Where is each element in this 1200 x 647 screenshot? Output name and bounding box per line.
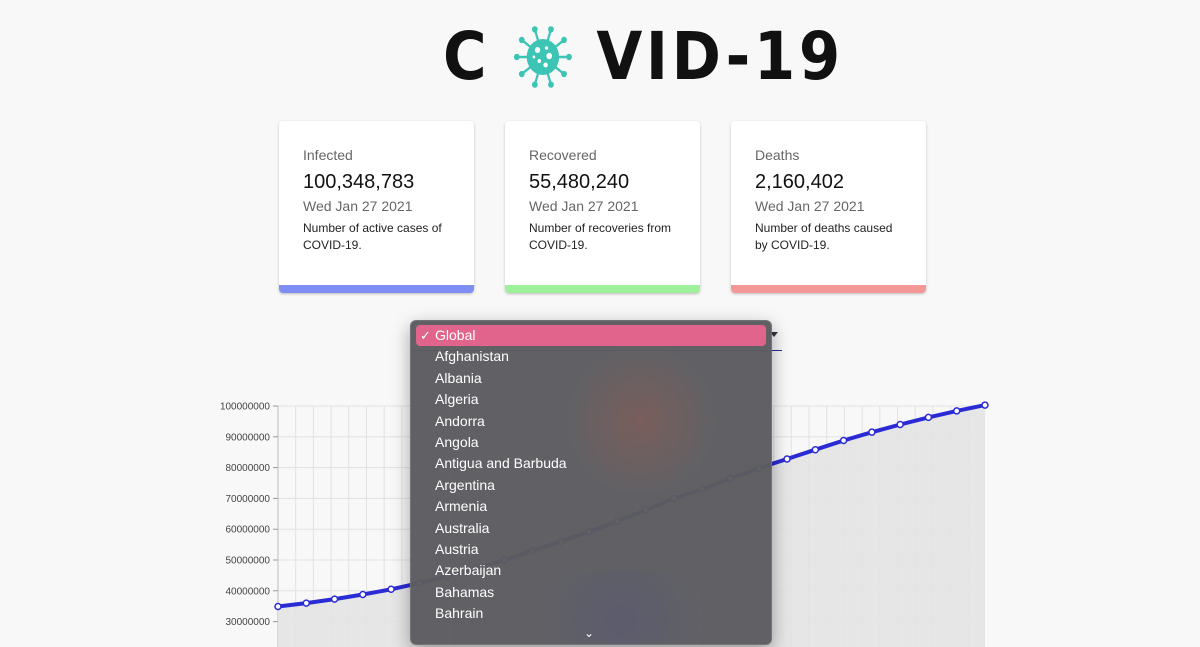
card-accent-bar: [731, 285, 926, 293]
logo-text-left: C: [443, 17, 491, 95]
country-option-label: Azerbaijan: [435, 562, 502, 579]
deaths-card: Deaths 2,160,402 Wed Jan 27 2021 Number …: [731, 121, 926, 293]
country-option[interactable]: Armenia: [411, 496, 771, 517]
chart-data-point: [302, 599, 311, 607]
virus-spike-tip: [548, 81, 555, 88]
infected-card: Infected 100,348,783 Wed Jan 27 2021 Num…: [279, 121, 474, 293]
chevron-down-icon[interactable]: ⌄: [584, 627, 594, 639]
chart-data-point: [981, 401, 989, 409]
y-tick-label: 90000000: [226, 432, 271, 443]
checkmark-icon: ✓: [420, 328, 431, 343]
country-option[interactable]: ✓ Global: [416, 325, 766, 347]
country-option[interactable]: Bahamas: [411, 582, 771, 603]
country-option-label: Austria: [435, 540, 479, 557]
country-option[interactable]: Australia: [411, 518, 771, 539]
country-option[interactable]: Antigua and Barbuda: [411, 453, 771, 474]
card-value: 100,348,783: [303, 171, 415, 193]
country-option-label: Angola: [435, 433, 479, 450]
country-option[interactable]: Andorra: [411, 411, 771, 432]
card-description: Number of deaths caused by COVID-19.: [755, 221, 893, 252]
card-description: Number of recoveries from COVID-19.: [529, 221, 672, 252]
country-option-label: Argentina: [435, 476, 495, 493]
chart-data-point: [783, 455, 791, 463]
country-option-label: Albania: [435, 369, 482, 386]
country-option-label: Algeria: [435, 391, 479, 408]
card-accent-bar: [505, 285, 700, 293]
chart-data-point: [274, 602, 282, 611]
card-accent-bar: [279, 285, 474, 293]
virus-spike-tip: [519, 70, 526, 78]
y-tick-label: 60000000: [226, 525, 271, 536]
y-tick-label: 80000000: [226, 463, 271, 474]
card-description: Number of active cases of COVID-19.: [303, 221, 442, 252]
country-option-label: Global: [435, 327, 476, 343]
chart-data-point: [896, 420, 904, 429]
country-dropdown-menu[interactable]: ✓ Global Afghanistan Albania Algeria Andorra A…: [410, 320, 772, 645]
y-tick-label: 30000000: [226, 617, 271, 628]
chart-data-point: [359, 590, 367, 599]
virus-spike-tip: [514, 53, 521, 61]
country-option[interactable]: Bahrain: [411, 603, 771, 624]
country-option-label: Bahamas: [435, 583, 495, 600]
app-logo: C VID-19: [443, 15, 888, 95]
virus-spike-tip: [532, 26, 539, 33]
country-option[interactable]: Azerbaijan: [411, 560, 771, 581]
recovered-card: Recovered 55,480,240 Wed Jan 27 2021 Num…: [505, 121, 700, 293]
y-tick-label: 70000000: [226, 494, 271, 505]
card-date: Wed Jan 27 2021: [755, 198, 865, 214]
country-option-list: ✓ Global Afghanistan Albania Algeria Andorra A…: [411, 325, 771, 624]
card-date: Wed Jan 27 2021: [303, 198, 413, 214]
country-option-label: Antigua and Barbuda: [435, 455, 567, 472]
virus-spike-tip: [519, 36, 526, 44]
card-value: 55,480,240: [529, 171, 630, 193]
country-option[interactable]: Angola: [411, 432, 771, 453]
virus-spike-tip: [561, 70, 568, 78]
y-tick-label: 40000000: [226, 586, 271, 597]
card-label: Recovered: [529, 147, 597, 163]
virus-spike-tip: [566, 53, 573, 61]
chart-data-point: [952, 407, 961, 415]
country-option[interactable]: Argentina: [411, 475, 771, 496]
chart-data-point: [868, 428, 876, 436]
country-option-label: Armenia: [435, 498, 488, 515]
virus-icon: [514, 26, 573, 88]
y-tick-label: 50000000: [226, 556, 271, 567]
chart-data-point: [387, 585, 395, 594]
virus-spike-tip: [548, 26, 555, 33]
card-value: 2,160,402: [755, 171, 844, 193]
chart-data-point: [839, 436, 848, 445]
chart-data-point: [811, 445, 820, 454]
logo-text-right: VID-19: [596, 17, 844, 95]
y-tick-label: 100000000: [220, 402, 270, 413]
country-option[interactable]: Algeria: [411, 389, 771, 410]
virus-spike-tip: [532, 81, 539, 88]
country-option[interactable]: Austria: [411, 539, 771, 560]
card-date: Wed Jan 27 2021: [529, 198, 639, 214]
chart-data-point: [330, 595, 339, 603]
card-label: Infected: [303, 147, 353, 163]
virus-spike-tip: [561, 36, 568, 44]
country-option-label: Andorra: [435, 412, 485, 429]
country-option[interactable]: Afghanistan: [411, 346, 771, 367]
chart-data-point: [924, 413, 933, 422]
country-option-label: Afghanistan: [435, 348, 509, 365]
country-option-label: Australia: [435, 519, 490, 536]
country-option[interactable]: Albania: [411, 368, 771, 389]
country-option-label: Bahrain: [435, 605, 484, 622]
card-label: Deaths: [755, 147, 800, 163]
